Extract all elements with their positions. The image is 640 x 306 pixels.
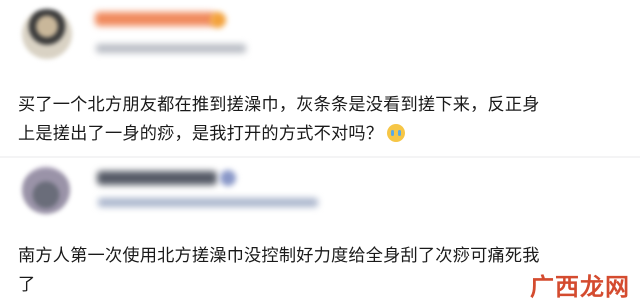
comment-line: 上是搓出了一身的痧，是我打开的方式不对吗？ [18, 124, 384, 144]
user-badge-icon [210, 12, 226, 28]
avatar[interactable] [22, 166, 70, 214]
comment-card: 买了一个北方朋友都在推到搓澡巾，灰条条是没看到搓下来，反正身 上是搓出了一身的痧… [0, 0, 640, 156]
site-watermark: 广西龙网 [530, 273, 630, 301]
username-blurred[interactable] [95, 12, 215, 26]
avatar[interactable] [22, 9, 72, 59]
username-blurred[interactable] [97, 171, 217, 185]
user-badge-icon [220, 170, 236, 186]
crying-face-icon [387, 124, 406, 142]
comment-text: 买了一个北方朋友都在推到搓澡巾，灰条条是没看到搓下来，反正身 上是搓出了一身的痧… [18, 91, 626, 149]
post-meta-blurred [98, 198, 318, 207]
post-meta-blurred [96, 44, 246, 53]
comment-line: 买了一个北方朋友都在推到搓澡巾，灰条条是没看到搓下来，反正身 [18, 95, 540, 115]
